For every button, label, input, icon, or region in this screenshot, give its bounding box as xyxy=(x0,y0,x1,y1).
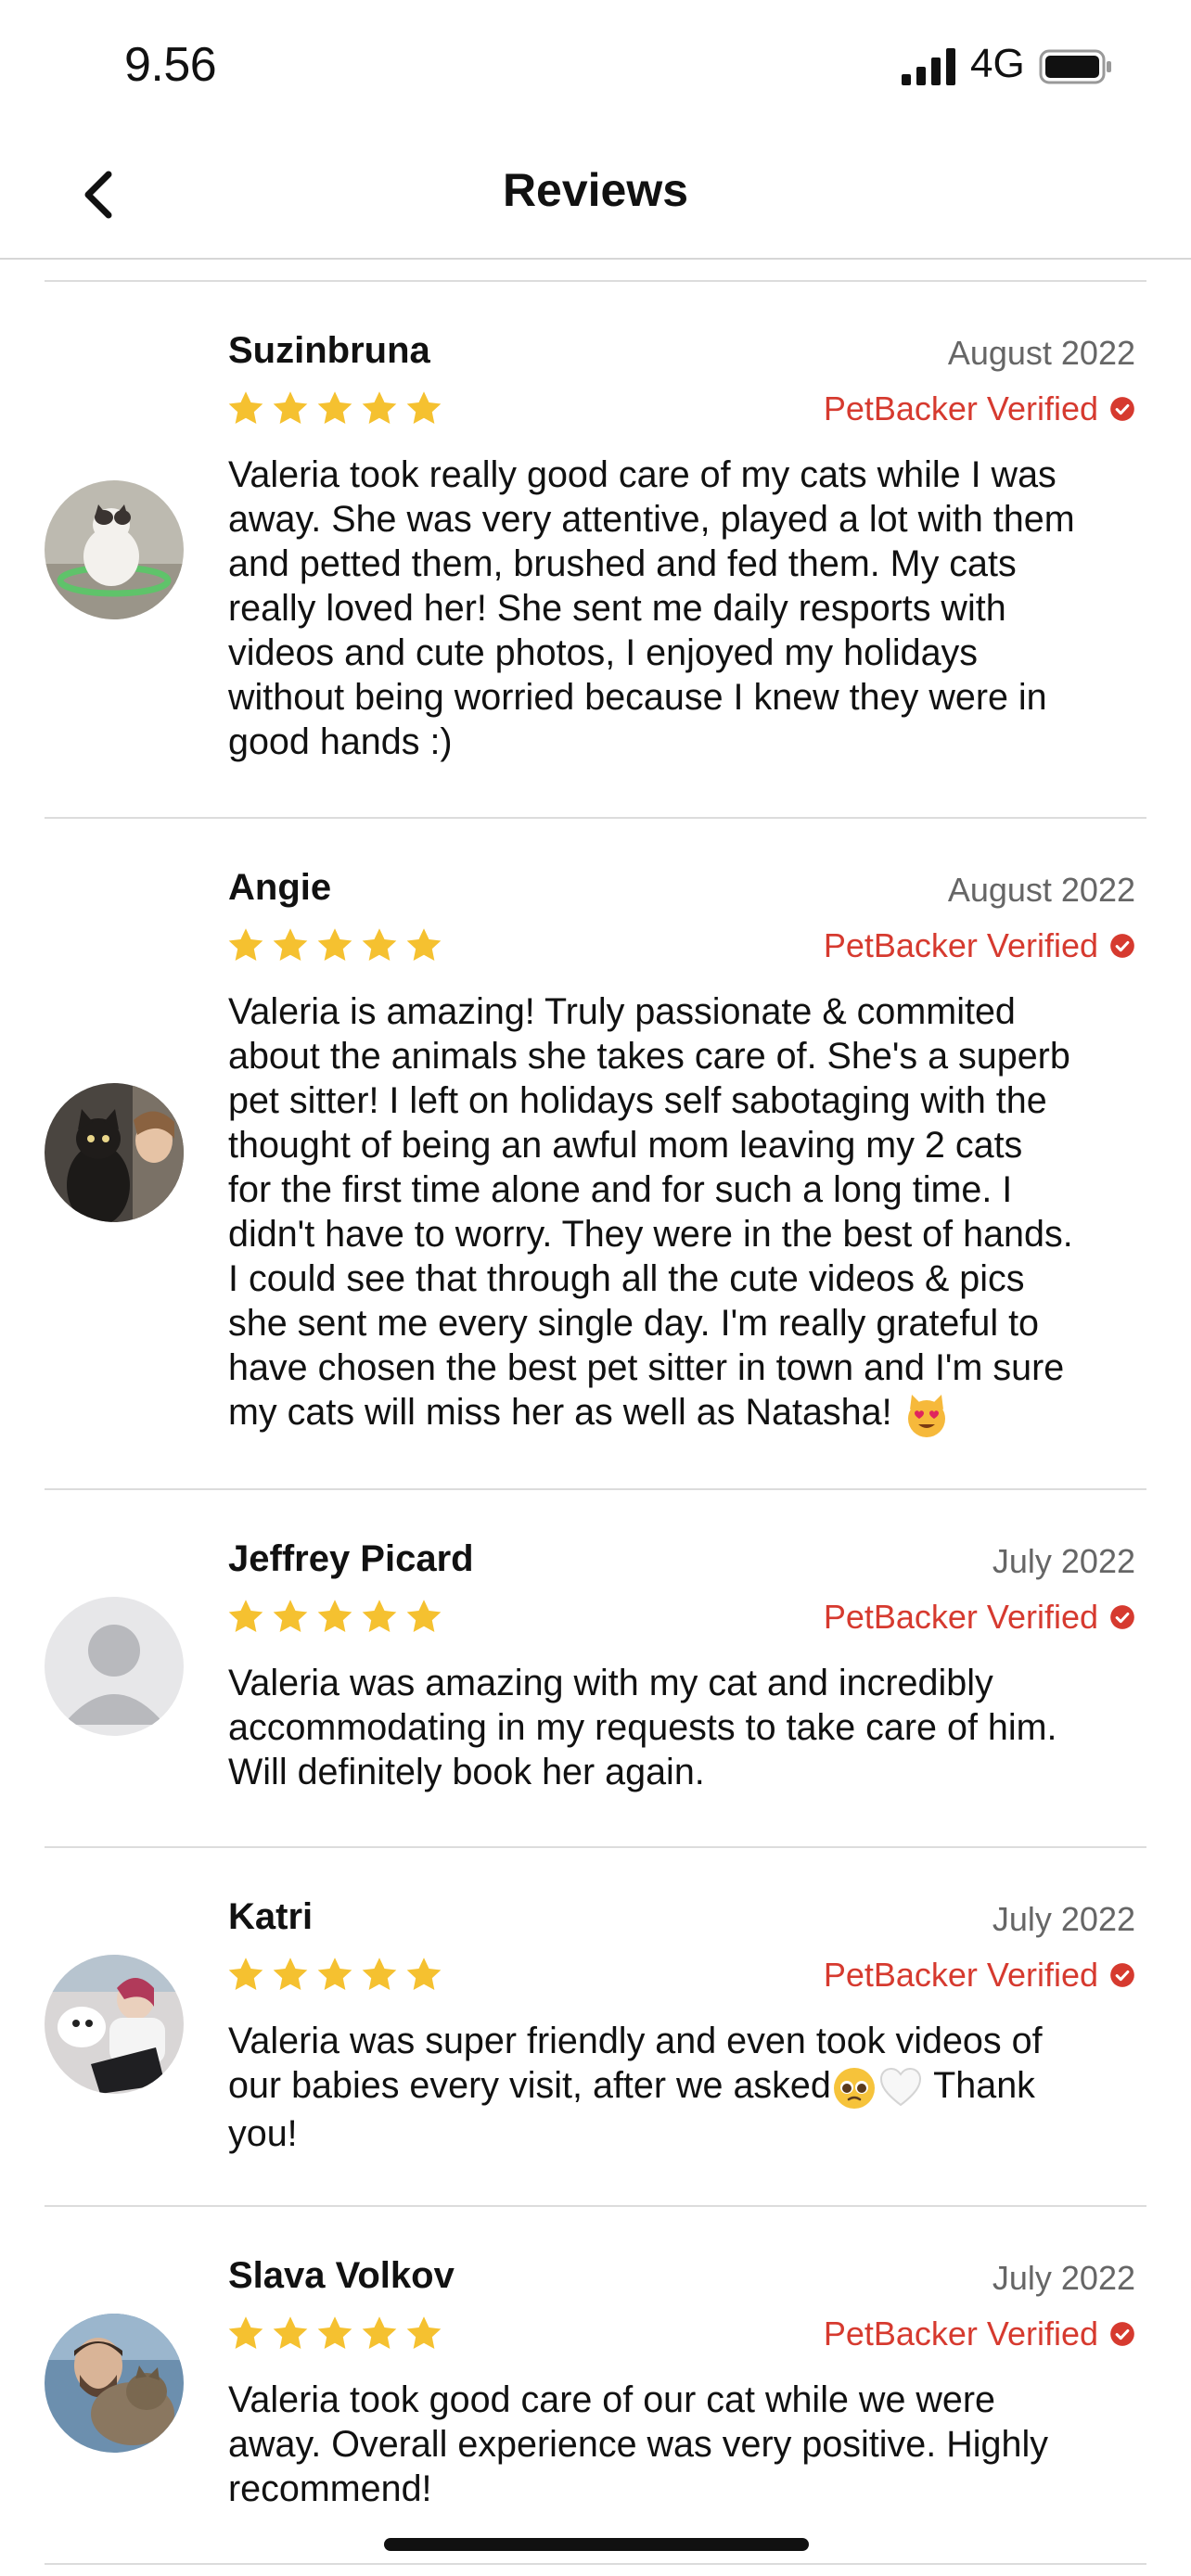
star-icon xyxy=(362,1600,397,1632)
star-icon xyxy=(228,1958,263,1990)
verified-badge: PetBacker Verified xyxy=(824,926,1135,965)
home-indicator[interactable] xyxy=(384,2538,809,2551)
review-date: August 2022 xyxy=(947,871,1135,909)
star-icon xyxy=(406,2316,442,2349)
verified-badge: PetBacker Verified xyxy=(824,2315,1135,2353)
nav-bar: Reviews xyxy=(0,130,1191,260)
divider xyxy=(45,2205,1146,2207)
star-icon xyxy=(228,391,263,424)
status-bar: 9.56 4G xyxy=(0,0,1191,130)
verified-label: PetBacker Verified xyxy=(823,389,1098,427)
review-date: August 2022 xyxy=(947,334,1135,372)
divider xyxy=(45,280,1146,282)
reviewer-name: Jeffrey Picard xyxy=(228,1538,474,1579)
divider xyxy=(45,817,1146,819)
check-circle-icon xyxy=(1110,1963,1134,1987)
star-icon xyxy=(362,391,397,424)
network-type: 4G xyxy=(970,41,1025,86)
star-icon xyxy=(228,928,263,961)
pleading-face-emoji xyxy=(833,2067,875,2109)
verified-label: PetBacker Verified xyxy=(823,926,1098,964)
star-rating xyxy=(225,925,444,966)
signal-icon xyxy=(902,48,955,85)
review-text: Valeria was super friendly and even took… xyxy=(228,2019,1142,2156)
avatar[interactable] xyxy=(45,480,184,619)
star-icon xyxy=(228,1600,263,1632)
check-circle-icon xyxy=(1110,1605,1134,1629)
star-icon xyxy=(317,1958,352,1990)
star-icon xyxy=(362,1958,397,1990)
page-title: Reviews xyxy=(502,164,689,216)
avatar[interactable] xyxy=(45,1955,184,2094)
verified-badge: PetBacker Verified xyxy=(824,389,1135,428)
divider xyxy=(45,1488,1146,1490)
avatar[interactable] xyxy=(45,1083,184,1222)
reviewer-name: Suzinbruna xyxy=(228,330,430,371)
review-date: July 2022 xyxy=(992,1900,1135,1938)
star-icon xyxy=(273,2316,308,2349)
battery-icon xyxy=(1039,49,1111,84)
verified-label: PetBacker Verified xyxy=(823,1956,1098,1994)
star-icon xyxy=(406,1600,442,1632)
star-icon xyxy=(317,1600,352,1632)
check-circle-icon xyxy=(1110,2322,1134,2346)
review-date: July 2022 xyxy=(992,2259,1135,2297)
star-icon xyxy=(406,928,442,961)
verified-label: PetBacker Verified xyxy=(823,2315,1098,2353)
star-rating xyxy=(225,2314,444,2354)
verified-badge: PetBacker Verified xyxy=(824,1956,1135,1995)
review-text: Valeria took good care of our cat while … xyxy=(228,2379,1048,2509)
star-icon xyxy=(406,1958,442,1990)
divider xyxy=(45,1846,1146,1848)
verified-badge: PetBacker Verified xyxy=(824,1598,1135,1637)
star-icon xyxy=(273,1958,308,1990)
star-icon xyxy=(273,928,308,961)
check-circle-icon xyxy=(1110,934,1134,958)
white-heart-emoji xyxy=(879,2067,921,2106)
reviewer-name: Katri xyxy=(228,1896,314,1937)
status-time: 9.56 xyxy=(124,38,217,92)
review-text-content: Valeria is amazing! Truly passionate & c… xyxy=(228,991,1073,1433)
star-icon xyxy=(317,391,352,424)
review-text: Valeria is amazing! Truly passionate & c… xyxy=(228,989,1142,1439)
reviewer-name: Angie xyxy=(228,867,332,908)
star-rating xyxy=(225,1955,444,1996)
star-icon xyxy=(228,2316,263,2349)
review-text: Valeria took really good care of my cats… xyxy=(228,454,1075,762)
star-icon xyxy=(273,1600,308,1632)
verified-label: PetBacker Verified xyxy=(823,1598,1098,1636)
avatar[interactable] xyxy=(45,1597,184,1736)
star-icon xyxy=(317,928,352,961)
star-icon xyxy=(362,928,397,961)
star-icon xyxy=(273,391,308,424)
star-icon xyxy=(317,2316,352,2349)
avatar[interactable] xyxy=(45,2314,184,2453)
star-icon xyxy=(406,391,442,424)
star-rating xyxy=(225,1597,444,1638)
divider xyxy=(45,2563,1146,2565)
star-icon xyxy=(362,2316,397,2349)
review-text: Valeria was amazing with my cat and incr… xyxy=(228,1663,1057,1792)
heart-eyes-cat-emoji xyxy=(907,1394,945,1437)
star-rating xyxy=(225,389,444,429)
check-circle-icon xyxy=(1110,397,1134,421)
review-date: July 2022 xyxy=(992,1542,1135,1580)
reviewer-name: Slava Volkov xyxy=(228,2255,455,2296)
